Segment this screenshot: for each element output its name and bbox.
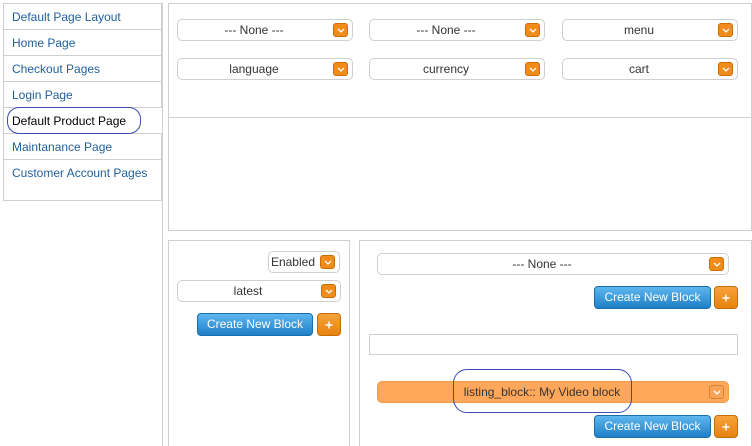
chevron-down-icon <box>709 385 724 399</box>
select-value: language <box>229 62 279 76</box>
plus-icon <box>325 321 333 329</box>
page-item-default-product[interactable]: Default Product Page <box>4 108 162 134</box>
select-value: --- None --- <box>512 257 572 271</box>
chevron-down-icon <box>709 257 724 271</box>
main-block-select[interactable]: --- None --- <box>377 253 729 275</box>
add-block-button-main[interactable] <box>714 286 738 309</box>
page-list: Default Page Layout Home Page Checkout P… <box>3 3 162 201</box>
plus-icon <box>722 294 730 302</box>
left-block-select[interactable]: latest <box>177 280 341 302</box>
select-value: cart <box>628 62 649 76</box>
header-block-select-2[interactable]: --- None --- <box>369 19 545 41</box>
chevron-down-icon <box>525 62 540 76</box>
chevron-down-icon <box>333 23 348 37</box>
select-value: listing_block:: My Video block <box>463 385 621 399</box>
create-new-block-button-left[interactable]: Create New Block <box>197 313 313 336</box>
select-value: --- None --- <box>224 23 284 37</box>
chevron-down-icon <box>718 23 733 37</box>
select-value: latest <box>233 284 263 298</box>
header-block-select-1[interactable]: --- None --- <box>177 19 353 41</box>
sidebar-divider <box>162 3 163 446</box>
block-text-input[interactable] <box>369 334 738 355</box>
chevron-down-icon <box>525 23 540 37</box>
header-block-select-3[interactable]: menu <box>562 19 738 41</box>
page-item-checkout[interactable]: Checkout Pages <box>4 56 161 82</box>
chevron-down-icon <box>321 284 336 298</box>
select-value: menu <box>623 23 655 37</box>
header-divider <box>169 117 751 118</box>
chevron-down-icon <box>718 62 733 76</box>
select-value: currency <box>422 62 469 76</box>
create-new-block-button-bottom[interactable]: Create New Block <box>594 415 711 438</box>
add-block-button-bottom[interactable] <box>714 415 738 438</box>
page-item-login[interactable]: Login Page <box>4 82 161 108</box>
add-block-button-left[interactable] <box>317 313 341 336</box>
create-new-block-button-main[interactable]: Create New Block <box>594 286 711 309</box>
select-value: --- None --- <box>416 23 476 37</box>
header-block-select-5[interactable]: currency <box>369 58 545 80</box>
selected-block-select[interactable]: listing_block:: My Video block <box>377 381 729 403</box>
chevron-down-icon <box>320 255 335 269</box>
chevron-down-icon <box>333 62 348 76</box>
page-item-default-layout[interactable]: Default Page Layout <box>4 4 161 30</box>
select-value: Enabled <box>270 255 315 269</box>
page-item-customer-account[interactable]: Customer Account Pages <box>4 160 161 201</box>
page-item-home[interactable]: Home Page <box>4 30 161 56</box>
plus-icon <box>722 423 730 431</box>
status-select[interactable]: Enabled <box>268 251 340 273</box>
header-block-select-4[interactable]: language <box>177 58 353 80</box>
header-block-select-6[interactable]: cart <box>562 58 738 80</box>
page-item-maintenance[interactable]: Maintanance Page <box>4 134 161 160</box>
